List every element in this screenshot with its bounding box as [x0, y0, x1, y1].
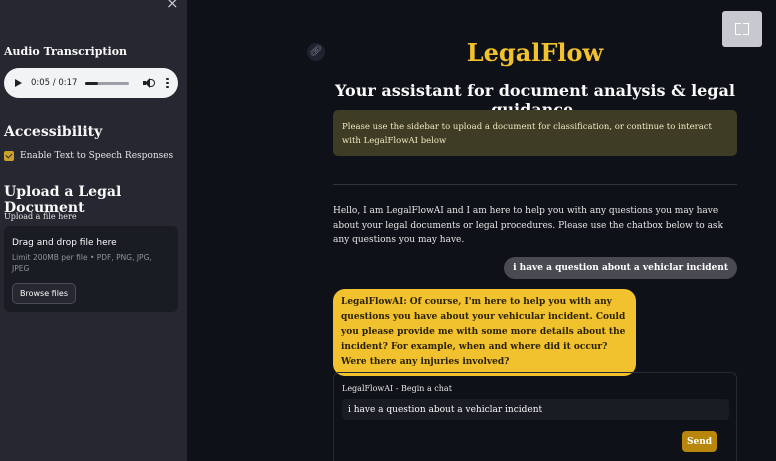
info-alert: Please use the sidebar to upload a docum…	[333, 110, 737, 156]
play-icon[interactable]	[15, 79, 22, 87]
uploader-label: Upload a file here	[4, 212, 77, 221]
volume-icon[interactable]	[143, 78, 156, 88]
tts-checkbox-row[interactable]: Enable Text to Speech Responses	[4, 151, 173, 161]
chat-label: LegalFlowAI - Begin a chat	[342, 384, 452, 393]
divider	[333, 184, 737, 185]
assistant-message-bubble: LegalFlowAI: Of course, I'm here to help…	[333, 289, 636, 376]
checkbox-icon[interactable]	[4, 151, 14, 161]
audio-heading: Audio Transcription	[4, 45, 128, 58]
user-message-bubble: i have a question about a vehiclar incid…	[504, 257, 737, 279]
more-vert-icon[interactable]	[166, 77, 169, 89]
audio-player[interactable]: 0:05 / 0:17	[4, 68, 178, 98]
intro-message: Hello, I am LegalFlowAI and I am here to…	[333, 206, 724, 245]
dropzone-limit: Limit 200MB per file • PDF, PNG, JPG, JP…	[12, 253, 152, 273]
file-dropzone[interactable]: Drag and drop file here Limit 200MB per …	[4, 226, 178, 312]
audio-progress-track[interactable]	[85, 81, 130, 85]
send-button[interactable]: Send	[682, 431, 717, 452]
link-icon[interactable]: 🔗︎	[307, 43, 325, 61]
chat-input[interactable]	[342, 399, 729, 420]
browse-files-button[interactable]: Browse files	[12, 283, 77, 304]
close-icon[interactable]: ×	[166, 0, 179, 12]
accessibility-heading: Accessibility	[4, 124, 103, 140]
audio-progress-fill	[85, 81, 99, 85]
dropzone-title: Drag and drop file here	[12, 238, 117, 248]
page-title: LegalFlow	[466, 38, 604, 67]
tts-checkbox-label[interactable]: Enable Text to Speech Responses	[20, 151, 173, 161]
chat-form: LegalFlowAI - Begin a chat Send	[333, 372, 737, 461]
sidebar: × Audio Transcription 0:05 / 0:17 Access…	[0, 0, 187, 461]
audio-time: 0:05 / 0:17	[31, 78, 78, 88]
